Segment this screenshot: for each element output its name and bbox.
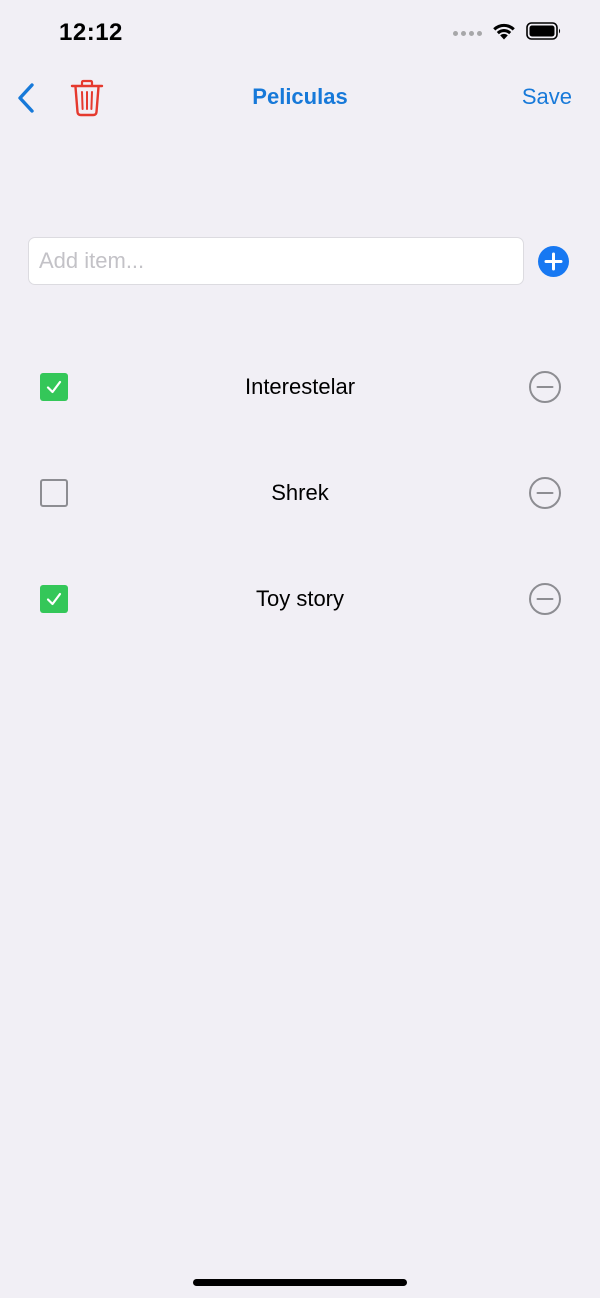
- save-button[interactable]: Save: [522, 84, 572, 110]
- item-label: Toy story: [255, 586, 345, 611]
- status-time: 12:12: [59, 19, 123, 46]
- page-title: Peliculas: [252, 84, 348, 109]
- list-item: Toy story: [0, 546, 600, 652]
- status-bar: 12:12: [0, 0, 600, 70]
- plus-circle-icon: [538, 246, 569, 281]
- home-indicator[interactable]: [193, 1279, 407, 1286]
- battery-icon: [526, 22, 562, 45]
- nav-bar: Peliculas Save: [0, 70, 600, 126]
- item-label: Interestelar: [244, 374, 356, 399]
- signal-dots-icon: [453, 31, 482, 36]
- remove-item-button[interactable]: [528, 582, 562, 616]
- minus-circle-icon: [528, 371, 562, 408]
- list-item: Interestelar: [0, 334, 600, 440]
- add-item-button[interactable]: [538, 246, 569, 277]
- wifi-icon: [492, 22, 516, 45]
- remove-item-button[interactable]: [528, 476, 562, 510]
- minus-circle-icon: [528, 477, 562, 514]
- add-item-row: [28, 237, 572, 285]
- add-item-input[interactable]: [28, 237, 524, 285]
- minus-circle-icon: [528, 583, 562, 620]
- status-icons: [453, 22, 562, 45]
- item-label: Shrek: [271, 480, 329, 505]
- list-item: Shrek: [0, 440, 600, 546]
- remove-item-button[interactable]: [528, 370, 562, 404]
- item-list: Interestelar Shrek Toy story: [0, 334, 600, 652]
